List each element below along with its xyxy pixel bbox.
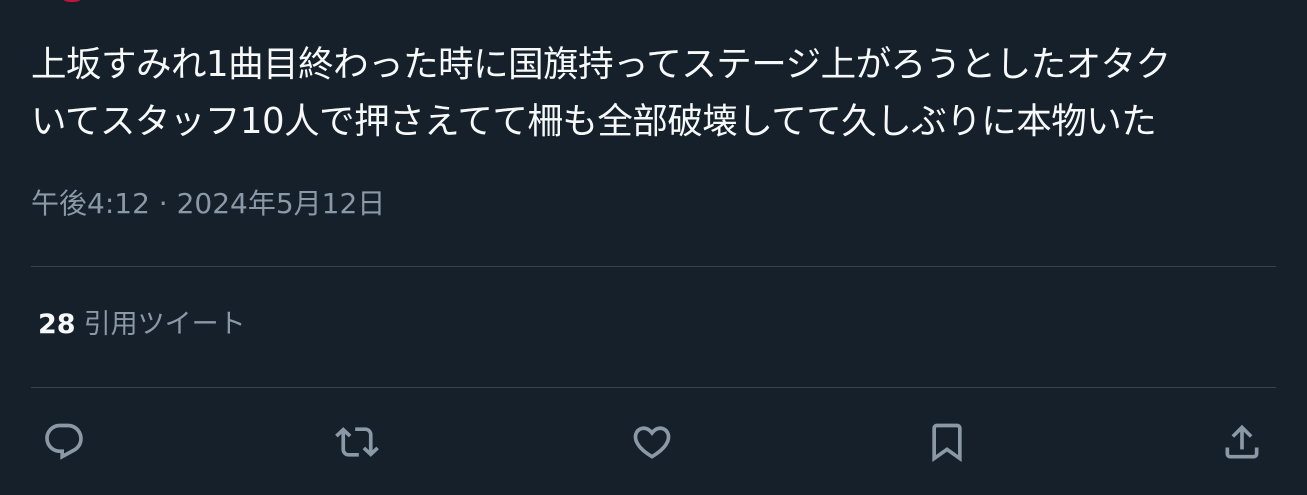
quote-label: 引用ツイート <box>83 309 246 340</box>
bookmark-button[interactable] <box>920 415 974 469</box>
meta-separator: · <box>158 187 168 220</box>
avatar[interactable] <box>58 0 86 2</box>
divider-bottom <box>31 387 1276 388</box>
tweet-text: 上坂すみれ1曲目終わった時に国旗持ってステージ上がろうとしたオタク いてスタッフ… <box>31 36 1281 150</box>
retweet-button[interactable] <box>330 415 384 469</box>
tweet-date: 2024年5月12日 <box>176 187 386 220</box>
tweet-text-line-2: いてスタッフ10人で押さえてて柵も全部破壊してて久しぶりに本物いた <box>31 101 1157 142</box>
retweet-icon <box>335 427 379 457</box>
tweet-timestamp: 午後4:12 · 2024年5月12日 <box>31 184 385 224</box>
tweet-text-line-1: 上坂すみれ1曲目終わった時に国旗持ってステージ上がろうとしたオタク <box>31 44 1171 85</box>
share-button[interactable] <box>1215 415 1269 469</box>
reply-icon <box>45 423 83 460</box>
quote-count: 28 <box>38 309 76 340</box>
quote-tweets-stat[interactable]: 28 引用ツイート <box>38 305 246 345</box>
bookmark-icon <box>932 423 962 463</box>
reply-button[interactable] <box>37 415 91 469</box>
like-button[interactable] <box>625 415 679 469</box>
tweet-time: 午後4:12 <box>31 187 150 220</box>
divider-top <box>31 266 1276 267</box>
share-icon <box>1225 424 1259 459</box>
heart-icon <box>633 426 671 459</box>
tweet-time-link[interactable]: 午後4:12 · 2024年5月12日 <box>31 187 385 220</box>
action-bar <box>0 415 1307 471</box>
